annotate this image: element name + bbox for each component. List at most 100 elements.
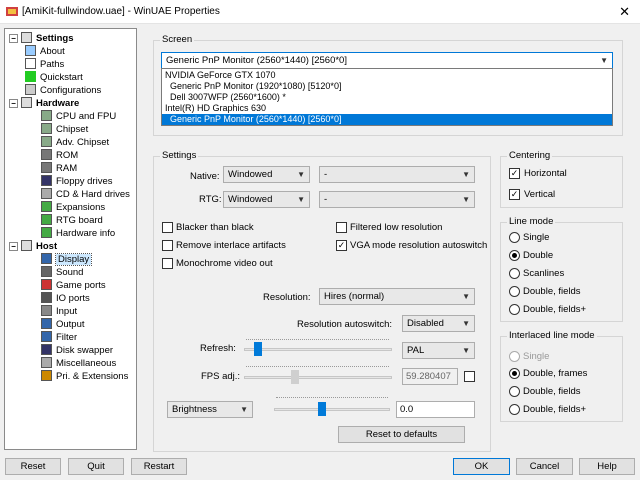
help-button[interactable]: Help — [579, 458, 635, 475]
refresh-slider-track[interactable] — [244, 348, 392, 351]
dropdown-item[interactable]: NVIDIA GeForce GTX 1070 — [162, 70, 612, 81]
collapse-icon[interactable]: − — [9, 34, 18, 43]
tree-item-chipset[interactable]: Chipset — [41, 123, 88, 136]
collapse-icon[interactable]: − — [9, 242, 18, 251]
horizontal-center-label: Horizontal — [524, 168, 567, 179]
vga-autoswitch-checkbox[interactable]: ✓ — [336, 240, 347, 251]
tree-item-hwinfo[interactable]: Hardware info — [41, 227, 115, 240]
refresh-mode-select[interactable]: PAL ▼ — [402, 342, 475, 359]
ok-button[interactable]: OK — [453, 458, 510, 475]
tree-node-settings[interactable]: − Settings — [9, 32, 73, 45]
native-resolution-select[interactable]: - ▼ — [319, 166, 475, 183]
collapse-icon[interactable]: − — [9, 99, 18, 108]
blacker-than-black-label: Blacker than black — [176, 222, 254, 233]
chevron-down-icon: ▼ — [462, 292, 470, 301]
tree-label: Expansions — [56, 202, 106, 213]
brightness-select[interactable]: Brightness ▼ — [167, 401, 253, 418]
dropdown-item[interactable]: Intel(R) HD Graphics 630 — [162, 103, 612, 114]
chevron-down-icon: ▼ — [462, 319, 470, 328]
centering-group-title: Centering — [507, 150, 553, 161]
vga-autoswitch-label: VGA mode resolution autoswitch — [350, 240, 488, 251]
close-icon[interactable]: ✕ — [619, 4, 630, 20]
tree-item-rtg[interactable]: RTG board — [41, 214, 103, 227]
blacker-than-black-checkbox[interactable] — [162, 222, 173, 233]
tree-item-misc[interactable]: Miscellaneous — [41, 357, 116, 370]
interlaced-radio-double-fields-plus[interactable] — [509, 404, 520, 415]
fps-lock-checkbox[interactable] — [464, 371, 475, 382]
rtg-resolution-select[interactable]: - ▼ — [319, 191, 475, 208]
tree-item-display[interactable]: Display — [41, 253, 93, 266]
tree-label: Host — [36, 241, 58, 252]
interlaced-radio-double-frames[interactable] — [509, 368, 520, 379]
tree-item-cd-hd[interactable]: CD & Hard drives — [41, 188, 130, 201]
native-mode-select[interactable]: Windowed ▼ — [223, 166, 310, 183]
tree-node-hardware[interactable]: − Hardware — [9, 97, 79, 110]
dropdown-item-selected[interactable]: Generic PnP Monitor (2560*1440) [2560*0] — [162, 114, 612, 125]
autoswitch-select[interactable]: Disabled ▼ — [402, 315, 475, 332]
interlaced-radio-double-fields[interactable] — [509, 386, 520, 397]
refresh-slider-thumb[interactable] — [254, 342, 262, 356]
tree-item-filter[interactable]: Filter — [41, 331, 77, 344]
interlaced-group-title: Interlaced line mode — [507, 330, 597, 341]
dropdown-item[interactable]: Dell 3007WFP (2560*1600) * — [162, 92, 612, 103]
tree-item-io-ports[interactable]: IO ports — [41, 292, 90, 305]
line-mode-radio-double-fields-plus[interactable] — [509, 304, 520, 315]
tree-item-disk-swapper[interactable]: Disk swapper — [41, 344, 113, 357]
brightness-value-field[interactable]: 0.0 — [396, 401, 475, 418]
chip-icon — [41, 136, 52, 147]
resolution-label: Resolution: — [263, 292, 311, 303]
tree-item-sound[interactable]: Sound — [41, 266, 83, 279]
filtered-low-res-checkbox[interactable] — [336, 222, 347, 233]
brightness-slider-track[interactable] — [274, 408, 390, 411]
priority-icon — [41, 370, 52, 381]
tree-item-expansions[interactable]: Expansions — [41, 201, 105, 214]
quit-button[interactable]: Quit — [68, 458, 124, 475]
tree-item-quickstart[interactable]: Quickstart — [25, 71, 83, 84]
line-mode-radio-double-fields[interactable] — [509, 286, 520, 297]
tree-label: CPU and FPU — [56, 111, 117, 122]
brightness-select-value: Brightness — [172, 404, 217, 415]
remove-interlace-checkbox[interactable] — [162, 240, 173, 251]
tree-label: Quickstart — [40, 72, 83, 83]
vertical-center-checkbox[interactable]: ✓ — [509, 189, 520, 200]
interlaced-radio-single[interactable] — [509, 351, 520, 362]
tree-node-host[interactable]: − Host — [9, 240, 57, 253]
tree-item-game-ports[interactable]: Game ports — [41, 279, 106, 292]
misc-icon — [41, 357, 52, 368]
brightness-slider-thumb[interactable] — [318, 402, 326, 416]
line-mode-radio-scanlines[interactable] — [509, 268, 520, 279]
fps-slider-track[interactable] — [244, 376, 392, 379]
tree-item-configurations[interactable]: Configurations — [25, 84, 101, 97]
monitor-dropdown-list[interactable]: NVIDIA GeForce GTX 1070 Generic PnP Moni… — [161, 68, 613, 126]
monitor-select[interactable]: Generic PnP Monitor (2560*1440) [2560*0]… — [161, 52, 613, 69]
fps-slider-thumb[interactable] — [291, 370, 299, 384]
tree-label: Miscellaneous — [56, 358, 117, 369]
monochrome-checkbox[interactable] — [162, 258, 173, 269]
tree-item-output[interactable]: Output — [41, 318, 85, 331]
tree-item-priority[interactable]: Pri. & Extensions — [41, 370, 128, 383]
tree-item-paths[interactable]: Paths — [25, 58, 64, 71]
tree-item-about[interactable]: About — [25, 45, 65, 58]
brightness-slider-ticks — [276, 397, 388, 401]
tree-item-floppy[interactable]: Floppy drives — [41, 175, 113, 188]
resolution-select[interactable]: Hires (normal) ▼ — [319, 288, 475, 305]
rtg-mode-select[interactable]: Windowed ▼ — [223, 191, 310, 208]
tree-item-rom[interactable]: ROM — [41, 149, 78, 162]
line-mode-radio-double[interactable] — [509, 250, 520, 261]
refresh-mode-value: PAL — [407, 345, 425, 356]
reset-to-defaults-button[interactable]: Reset to defaults — [338, 426, 465, 443]
dropdown-item[interactable]: Generic PnP Monitor (1920*1080) [5120*0] — [162, 81, 612, 92]
horizontal-center-checkbox[interactable]: ✓ — [509, 168, 520, 179]
settings-tree[interactable]: − Settings About Paths Quickstart Configu… — [4, 28, 137, 450]
line-mode-radio-single[interactable] — [509, 232, 520, 243]
interlaced-label: Double, frames — [523, 368, 588, 379]
filtered-low-res-label: Filtered low resolution — [350, 222, 443, 233]
fps-value-field[interactable]: 59.280407 — [402, 368, 458, 385]
tree-item-ram[interactable]: RAM — [41, 162, 77, 175]
reset-button[interactable]: Reset — [5, 458, 61, 475]
tree-item-adv-chipset[interactable]: Adv. Chipset — [41, 136, 109, 149]
cancel-button[interactable]: Cancel — [516, 458, 573, 475]
restart-button[interactable]: Restart — [131, 458, 187, 475]
tree-item-input[interactable]: Input — [41, 305, 77, 318]
tree-item-cpu[interactable]: CPU and FPU — [41, 110, 116, 123]
